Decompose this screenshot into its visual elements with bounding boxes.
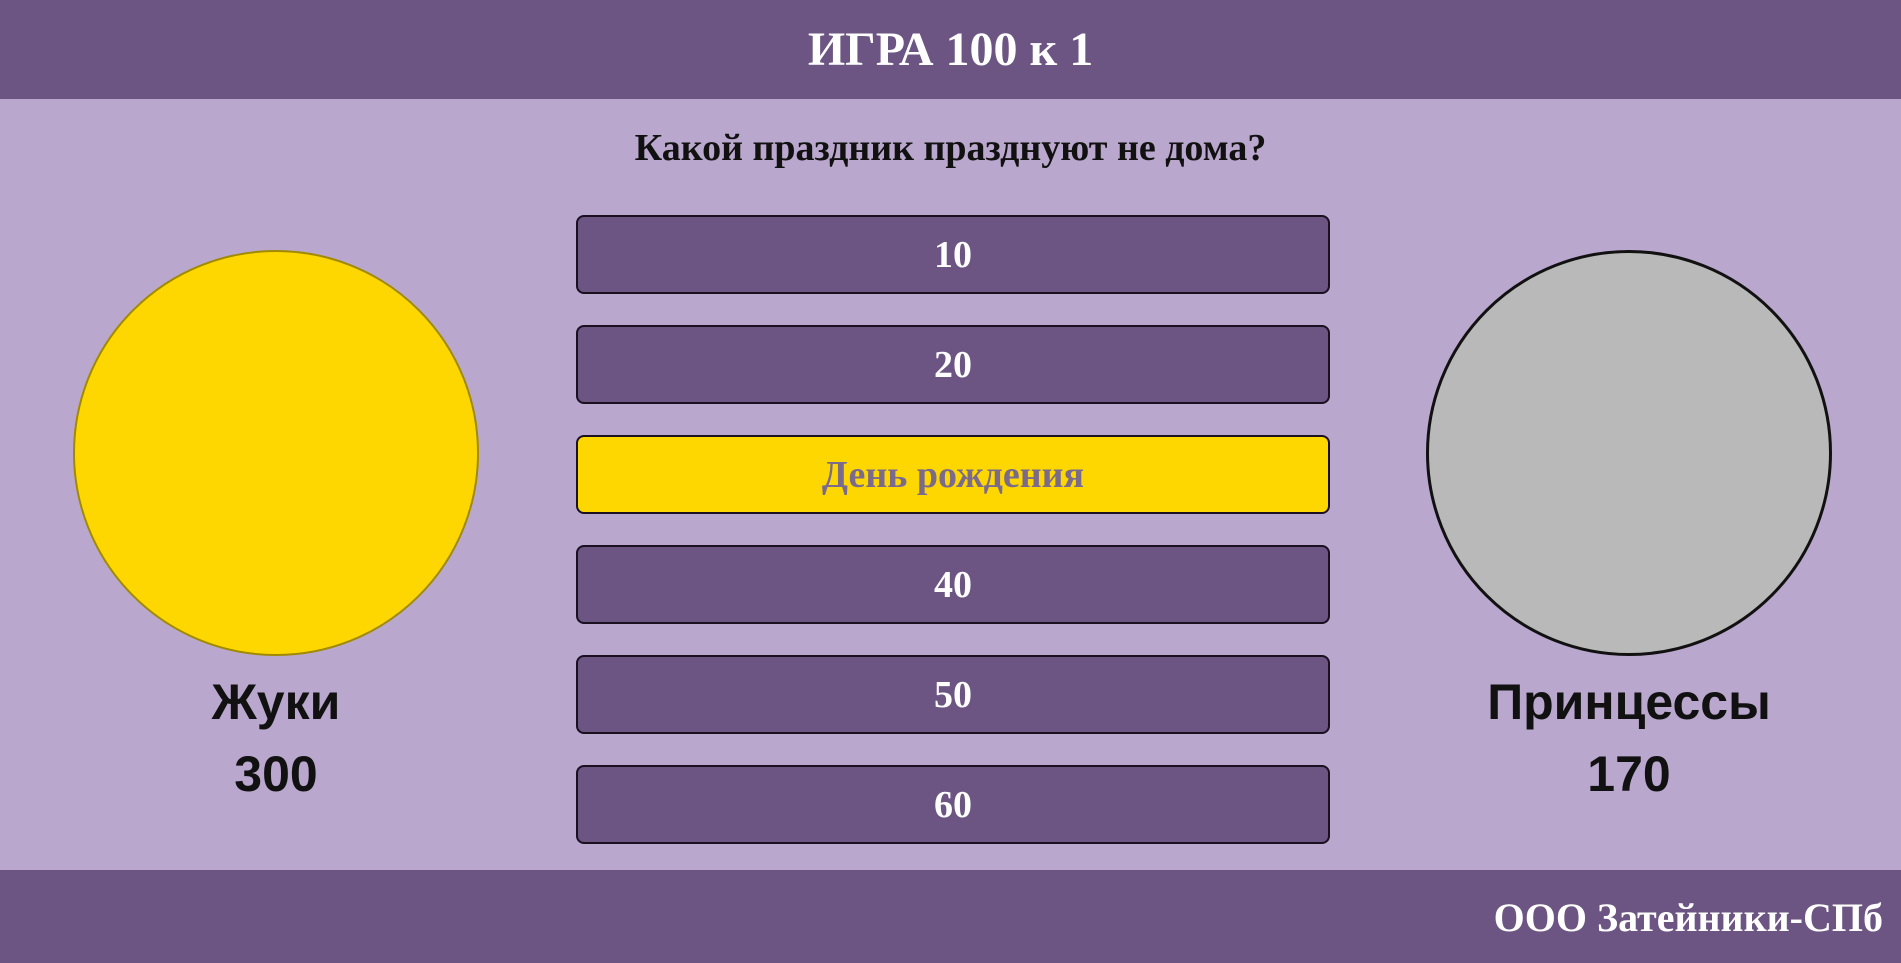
answer-slot-5[interactable]: 50	[576, 655, 1330, 734]
team-left-score: 300	[234, 746, 318, 802]
game-title: ИГРА 100 к 1	[807, 22, 1094, 76]
team-right-score: 170	[1587, 746, 1671, 802]
answer-board: 10 20 День рождения 40 50 60	[576, 215, 1330, 875]
answer-slot-2[interactable]: 20	[576, 325, 1330, 404]
team-left-panel: Жуки 300	[73, 250, 479, 806]
team-left-name: Жуки	[211, 674, 341, 730]
team-right-panel: Принцессы 170	[1426, 250, 1832, 806]
answer-slot-6[interactable]: 60	[576, 765, 1330, 844]
header-bar: ИГРА 100 к 1	[0, 0, 1901, 99]
question-text: Какой праздник празднуют не дома?	[634, 127, 1267, 169]
team-right-name: Принцессы	[1487, 674, 1771, 730]
answer-slot-3[interactable]: День рождения	[576, 435, 1330, 514]
footer-bar: ООО Затейники-СПб	[0, 870, 1901, 963]
answer-slot-1[interactable]: 10	[576, 215, 1330, 294]
answer-slot-4[interactable]: 40	[576, 545, 1330, 624]
team-left-indicator[interactable]	[73, 250, 479, 656]
company-name: ООО Затейники-СПб	[1493, 895, 1883, 940]
team-right-indicator[interactable]	[1426, 250, 1832, 656]
